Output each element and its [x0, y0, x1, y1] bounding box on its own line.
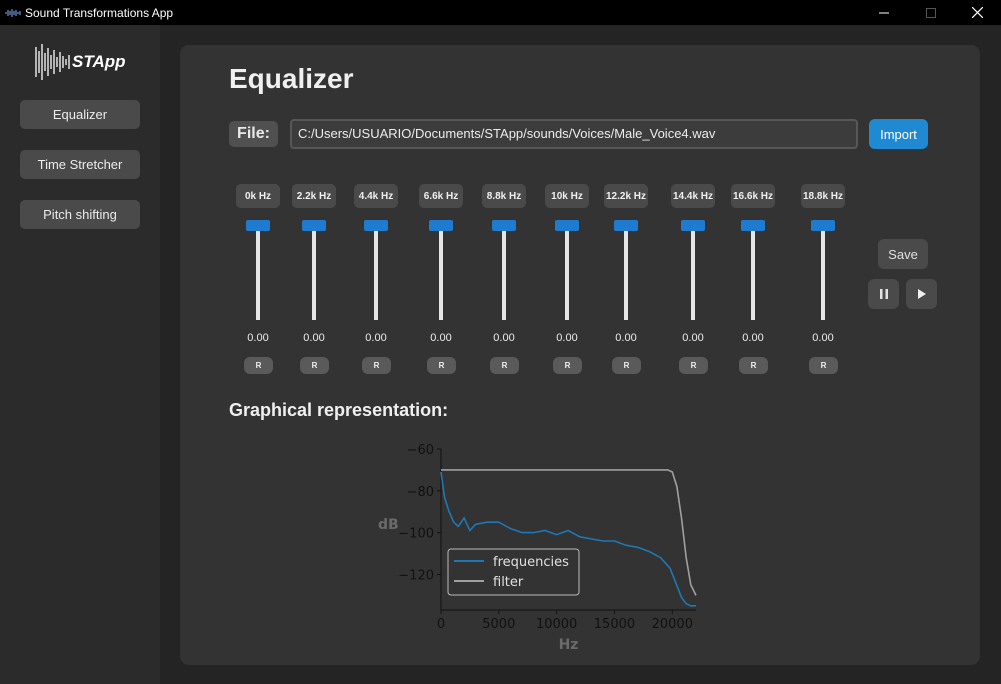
window-title: Sound Transformations App: [25, 5, 174, 20]
band-reset-button-3[interactable]: R: [427, 357, 456, 374]
x-tick-label-1: 5000: [482, 617, 515, 632]
band-reset-button-0[interactable]: R: [244, 357, 273, 374]
band-label-8: 16.6k Hz: [731, 184, 775, 208]
band-slider-track-1[interactable]: [312, 225, 316, 320]
app-logo: STApp: [34, 41, 130, 83]
main-panel: Equalizer File: C:/Users/USUARIO/Documen…: [180, 45, 980, 665]
band-reset-button-9[interactable]: R: [809, 357, 838, 374]
band-slider-handle-0[interactable]: [246, 220, 270, 231]
band-slider-handle-3[interactable]: [429, 220, 453, 231]
band-value-2: 0.00: [365, 332, 387, 344]
x-axis-label: Hz: [559, 637, 579, 652]
y-tick-label-2: −100: [398, 527, 434, 542]
band-label-9: 18.8k Hz: [801, 184, 845, 208]
title-bar: Sound Transformations App: [0, 0, 1001, 25]
band-value-6: 0.00: [615, 332, 637, 344]
band-slider-handle-4[interactable]: [492, 220, 516, 231]
band-label-4: 8.8k Hz: [482, 184, 526, 208]
band-slider-handle-1[interactable]: [302, 220, 326, 231]
band-slider-track-8[interactable]: [751, 225, 755, 320]
band-slider-track-6[interactable]: [624, 225, 628, 320]
logo-waveform-icon: [35, 44, 70, 80]
band-slider-handle-6[interactable]: [614, 220, 638, 231]
maximize-icon: [925, 7, 936, 18]
minimize-button[interactable]: [860, 0, 907, 25]
save-button[interactable]: Save: [878, 239, 928, 269]
band-slider-track-5[interactable]: [565, 225, 569, 320]
close-button[interactable]: [954, 0, 1001, 25]
band-label-3: 6.6k Hz: [419, 184, 463, 208]
y-tick-label-1: −80: [407, 485, 434, 500]
play-icon: [917, 289, 926, 299]
band-value-1: 0.00: [303, 332, 325, 344]
x-tick-label-3: 15000: [594, 617, 635, 632]
band-slider-track-3[interactable]: [439, 225, 443, 320]
band-label-6: 12.2k Hz: [604, 184, 648, 208]
band-slider-track-0[interactable]: [256, 225, 260, 320]
band-reset-button-7[interactable]: R: [679, 357, 708, 374]
band-slider-track-4[interactable]: [502, 225, 506, 320]
play-button[interactable]: [906, 279, 937, 309]
band-value-7: 0.00: [682, 332, 704, 344]
y-axis-label: dB: [378, 517, 399, 533]
band-slider-handle-7[interactable]: [681, 220, 705, 231]
band-slider-handle-8[interactable]: [741, 220, 765, 231]
file-path-input[interactable]: C:/Users/USUARIO/Documents/STApp/sounds/…: [290, 119, 858, 149]
pause-icon: [879, 289, 888, 299]
x-tick-label-4: 20000: [652, 617, 693, 632]
close-icon: [972, 7, 983, 18]
import-button[interactable]: Import: [869, 119, 928, 149]
band-label-5: 10k Hz: [545, 184, 589, 208]
logo-text: STApp: [72, 52, 126, 71]
band-reset-button-5[interactable]: R: [553, 357, 582, 374]
band-label-7: 14.4k Hz: [671, 184, 715, 208]
band-reset-button-1[interactable]: R: [300, 357, 329, 374]
frequency-plot: −60 −80 −100 −120 0 5000 10000 15000 20000 Hz dB fr…: [378, 443, 697, 652]
x-tick-label-2: 10000: [536, 617, 577, 632]
legend-label-frequencies: frequencies: [493, 555, 569, 570]
band-slider-track-9[interactable]: [821, 225, 825, 320]
app-waveform-icon: [5, 8, 21, 17]
band-reset-button-2[interactable]: R: [362, 357, 391, 374]
band-reset-button-4[interactable]: R: [490, 357, 519, 374]
y-tick-label-3: −120: [398, 568, 434, 583]
band-value-3: 0.00: [430, 332, 452, 344]
band-reset-button-6[interactable]: R: [612, 357, 641, 374]
pause-button[interactable]: [868, 279, 899, 309]
band-value-0: 0.00: [247, 332, 269, 344]
sidebar: STApp Equalizer Time Stretcher Pitch shi…: [0, 25, 160, 684]
band-slider-track-2[interactable]: [374, 225, 378, 320]
nav-time-stretcher-button[interactable]: Time Stretcher: [20, 150, 140, 179]
band-slider-handle-5[interactable]: [555, 220, 579, 231]
graph-title: Graphical representation:: [229, 400, 449, 420]
band-value-8: 0.00: [742, 332, 764, 344]
y-tick-label-0: −60: [407, 443, 434, 458]
minimize-icon: [878, 12, 889, 13]
band-reset-button-8[interactable]: R: [739, 357, 768, 374]
nav-equalizer-button[interactable]: Equalizer: [20, 100, 140, 129]
page-title: Equalizer: [229, 63, 354, 94]
band-slider-track-7[interactable]: [691, 225, 695, 320]
maximize-button[interactable]: [907, 0, 954, 25]
x-tick-label-0: 0: [437, 617, 445, 632]
legend-label-filter: filter: [493, 575, 524, 590]
band-value-4: 0.00: [493, 332, 515, 344]
file-label: File:: [229, 121, 278, 147]
band-label-1: 2.2k Hz: [292, 184, 336, 208]
nav-pitch-shifting-button[interactable]: Pitch shifting: [20, 200, 140, 229]
band-slider-handle-9[interactable]: [811, 220, 835, 231]
band-label-0: 0k Hz: [236, 184, 280, 208]
band-slider-handle-2[interactable]: [364, 220, 388, 231]
band-value-5: 0.00: [556, 332, 578, 344]
band-label-2: 4.4k Hz: [354, 184, 398, 208]
band-value-9: 0.00: [812, 332, 834, 344]
